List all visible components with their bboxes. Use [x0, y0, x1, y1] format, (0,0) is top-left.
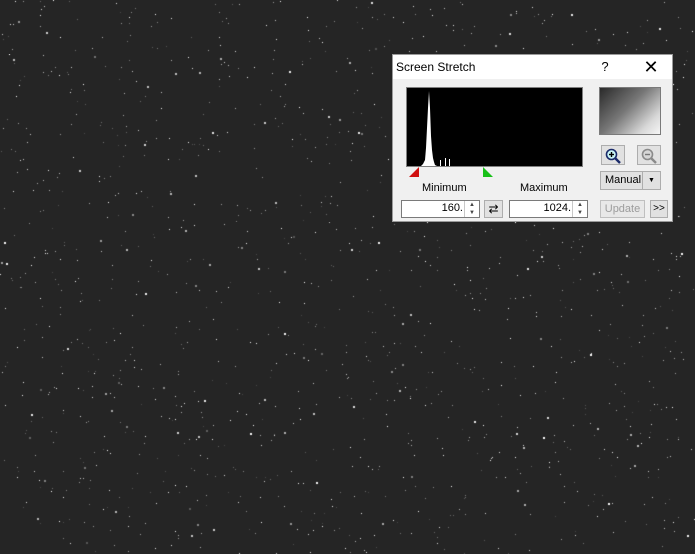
dialog-title: Screen Stretch [396, 60, 476, 74]
update-button[interactable]: Update [600, 200, 645, 218]
minimum-decrement-button[interactable]: ▼ [465, 209, 479, 217]
minimum-spin-arrows: ▲ ▼ [464, 201, 479, 217]
zoom-in-icon [605, 148, 621, 164]
title-bar[interactable]: Screen Stretch ? ✕ [393, 55, 672, 79]
maximum-label: Maximum [520, 182, 568, 194]
swap-arrows-icon[interactable]: ⇄ [484, 200, 503, 218]
chevron-down-icon[interactable]: ▼ [642, 172, 660, 189]
maximum-increment-button[interactable]: ▲ [573, 201, 587, 209]
maximum-spin-arrows: ▲ ▼ [572, 201, 587, 217]
zoom-out-button[interactable] [637, 145, 661, 165]
maximum-marker[interactable] [483, 167, 493, 177]
maximum-spinbox[interactable]: 1024. ▲ ▼ [509, 200, 588, 218]
expand-button[interactable]: >> [650, 200, 668, 218]
stretch-preview [599, 87, 661, 135]
zoom-out-icon [641, 148, 657, 164]
minimum-label: Minimum [422, 182, 467, 194]
minimum-value[interactable]: 160. [442, 202, 463, 214]
minimum-spinbox[interactable]: 160. ▲ ▼ [401, 200, 480, 218]
minimum-increment-button[interactable]: ▲ [465, 201, 479, 209]
zoom-in-button[interactable] [601, 145, 625, 165]
histogram-plot [421, 91, 450, 166]
maximum-value[interactable]: 1024. [543, 202, 571, 214]
histogram[interactable] [406, 87, 583, 167]
screen-stretch-dialog: Screen Stretch ? ✕ Minimum Maximum 160. … [392, 54, 673, 222]
minimum-marker[interactable] [409, 167, 419, 177]
stretch-mode-select[interactable]: Manual ▼ [600, 171, 661, 190]
help-button[interactable]: ? [593, 55, 617, 79]
maximum-decrement-button[interactable]: ▼ [573, 209, 587, 217]
close-icon[interactable]: ✕ [639, 55, 663, 79]
stretch-mode-value: Manual [605, 174, 642, 186]
